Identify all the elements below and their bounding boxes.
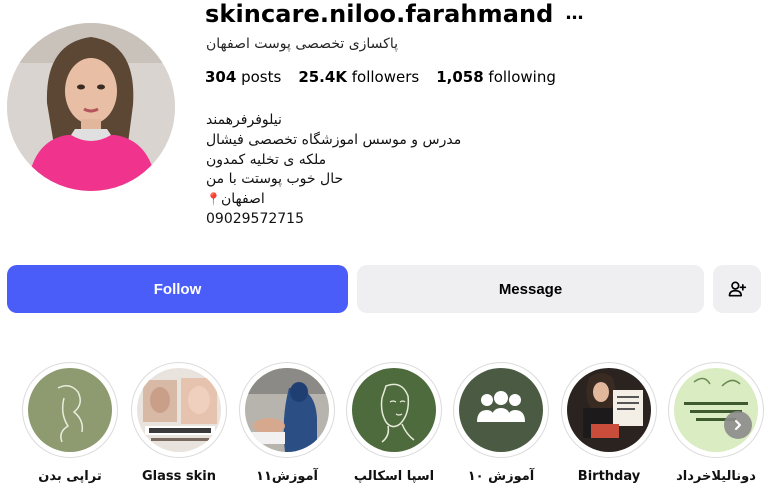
highlight-item[interactable]: آموزش۱۱ bbox=[235, 362, 339, 484]
bio-location-line: 📍اصفهان bbox=[206, 190, 461, 210]
story-highlights: تراپی بدن Glass skin آموزش۱۱ اسپا اسکالپ… bbox=[0, 362, 770, 500]
highlight-ring bbox=[668, 362, 764, 458]
following-stat[interactable]: 1,058 following bbox=[436, 68, 556, 86]
profile-avatar[interactable] bbox=[7, 23, 175, 191]
highlight-item[interactable]: دونالیلاخرداد bbox=[664, 362, 768, 484]
training-photo bbox=[245, 368, 329, 452]
profile-subtitle: پاکسازی تخصصی پوست اصفهان bbox=[206, 36, 399, 52]
highlight-label: دونالیلاخرداد bbox=[676, 469, 756, 484]
bio-line: حال خوب پوستت با من bbox=[206, 171, 344, 188]
profile-bio: نیلوفرفرهمند مدرس و موسس اموزشگاه تخصصی … bbox=[206, 111, 461, 230]
username-row: skincare.niloo.farahmand … bbox=[205, 0, 583, 28]
bio-phone: 09029572715 bbox=[206, 210, 304, 227]
posts-stat[interactable]: 304 posts bbox=[205, 68, 281, 86]
posts-label: posts bbox=[241, 68, 282, 86]
highlights-next-button[interactable] bbox=[724, 411, 752, 439]
more-options-icon[interactable]: … bbox=[565, 5, 583, 23]
followers-count: 25.4K bbox=[298, 68, 347, 86]
highlight-ring bbox=[561, 362, 657, 458]
birthday-photo bbox=[567, 368, 651, 452]
bio-location: اصفهان bbox=[220, 191, 265, 208]
body-line-art-icon bbox=[28, 368, 112, 452]
round-pushpin-icon: 📍 bbox=[206, 192, 221, 207]
posts-count: 304 bbox=[205, 68, 237, 86]
group-icon bbox=[459, 368, 543, 452]
bio-line: ملکه ی تخلیه کمدون bbox=[206, 151, 327, 168]
suggested-users-button[interactable] bbox=[713, 265, 761, 313]
highlight-item[interactable]: Birthday bbox=[557, 362, 661, 484]
highlight-ring bbox=[453, 362, 549, 458]
highlight-label: اسپا اسکالپ bbox=[353, 469, 435, 484]
workshop-poster-photo bbox=[674, 368, 758, 452]
message-button[interactable]: Message bbox=[357, 265, 704, 313]
highlight-ring bbox=[346, 362, 442, 458]
followers-stat[interactable]: 25.4K followers bbox=[298, 68, 419, 86]
profile-page: skincare.niloo.farahmand … پاکسازی تخصصی… bbox=[0, 0, 770, 500]
highlight-label: تراپی بدن bbox=[38, 469, 102, 484]
highlight-label: Glass skin bbox=[142, 469, 216, 484]
following-count: 1,058 bbox=[436, 68, 484, 86]
highlight-item[interactable]: اسپا اسکالپ bbox=[342, 362, 446, 484]
highlight-label: آموزش۱۱ bbox=[256, 469, 318, 484]
highlight-item[interactable]: آموزش ۱۰ bbox=[449, 362, 553, 484]
profile-stats: 304 posts 25.4K followers 1,058 followin… bbox=[205, 68, 556, 86]
person-add-icon bbox=[728, 281, 747, 297]
highlight-ring bbox=[22, 362, 118, 458]
avatar-photo bbox=[7, 23, 175, 191]
bio-line: مدرس و موسس اموزشگاه تخصصی فیشال bbox=[206, 131, 462, 148]
username: skincare.niloo.farahmand bbox=[205, 0, 554, 28]
followers-label: followers bbox=[351, 68, 420, 86]
face-line-art-icon bbox=[352, 368, 436, 452]
highlight-label: آموزش ۱۰ bbox=[467, 469, 535, 484]
highlight-ring bbox=[239, 362, 335, 458]
highlight-item[interactable]: تراپی بدن bbox=[18, 362, 122, 484]
follow-button[interactable]: Follow bbox=[7, 265, 348, 313]
chevron-right-icon bbox=[735, 420, 741, 430]
highlight-label: Birthday bbox=[577, 469, 641, 484]
highlight-item[interactable]: Glass skin bbox=[127, 362, 231, 484]
highlight-ring bbox=[131, 362, 227, 458]
glass-skin-photo bbox=[137, 368, 221, 452]
bio-line: نیلوفرفرهمند bbox=[206, 112, 282, 128]
following-label: following bbox=[488, 68, 556, 86]
